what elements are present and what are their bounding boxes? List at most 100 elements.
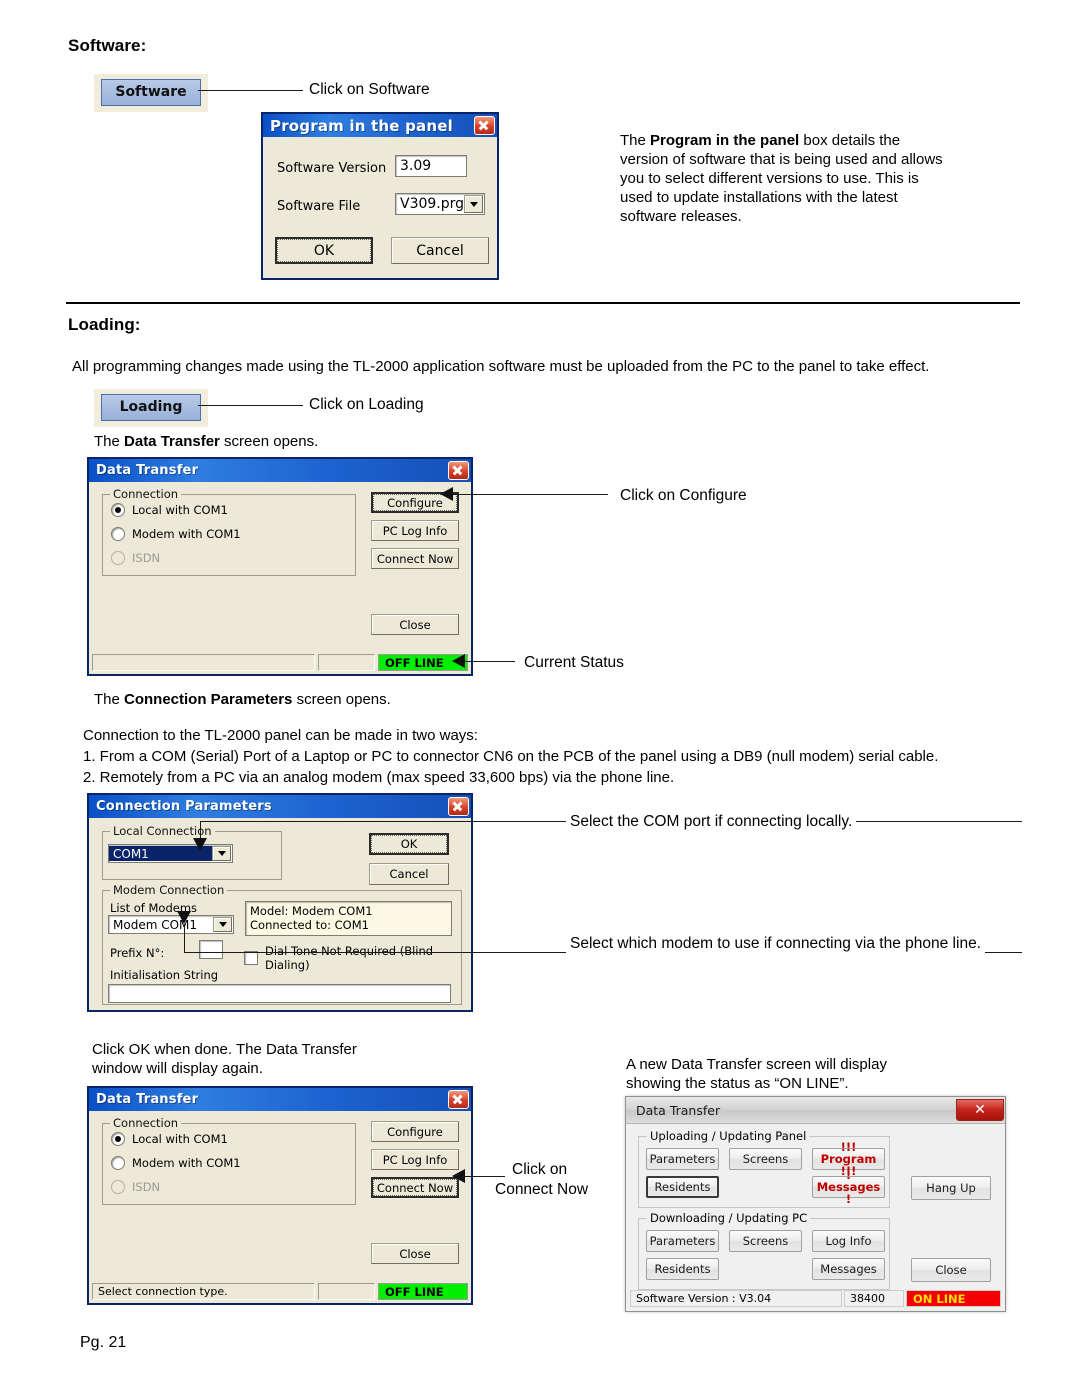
cp-list-of-modems-combo[interactable]: Modem COM1 (108, 915, 234, 934)
program-ok-label: OK (313, 242, 335, 259)
cp-dial-tone-checkbox-row[interactable]: Dial Tone Not Required (Blind Dialing) (244, 944, 471, 972)
dt1-body: Connection Local with COM1 Modem with CO… (89, 482, 471, 674)
dt2-pc-log-info-button[interactable]: PC Log Info (371, 1149, 459, 1170)
cp-cancel-button[interactable]: Cancel (369, 863, 449, 885)
dt-opens-pre: The (94, 433, 125, 450)
cp-modem-info: Model: Modem COM1 Connected to: COM1 (245, 901, 452, 936)
software-section-heading: Software: (68, 36, 147, 55)
software-file-label: Software File (277, 199, 361, 214)
close-icon[interactable] (448, 1090, 469, 1109)
dt1-radio-local[interactable]: Local with COM1 (111, 503, 228, 517)
callout-click-on: Click on (512, 1161, 568, 1178)
dt2-close-button[interactable]: Close (371, 1243, 459, 1264)
dt1-radio-local-label: Local with COM1 (132, 503, 228, 517)
cp-ok-button[interactable]: OK (369, 833, 449, 855)
dto-upload-screens-button[interactable]: Screens (729, 1148, 802, 1170)
cp-local-group-label: Local Connection (110, 824, 215, 838)
program-ok-button[interactable]: OK (275, 237, 373, 264)
dt1-status-message (92, 654, 315, 671)
arrow-icon-com-port (193, 838, 207, 851)
dto-title: Data Transfer (636, 1102, 721, 1118)
chevron-down-icon[interactable] (212, 846, 231, 861)
dt2-radio-isdn: ISDN (111, 1180, 160, 1194)
radio-icon[interactable] (111, 503, 125, 517)
radio-icon[interactable] (111, 1156, 125, 1170)
callout-select-com-port: Select the COM port if connecting locall… (566, 812, 857, 832)
leader-line-current-status (465, 661, 515, 662)
explanation-pre: The (620, 132, 651, 149)
cp-init-string-input[interactable] (108, 984, 451, 1003)
loading-ribbon-button[interactable]: Loading (101, 394, 201, 421)
dto-upload-residents-button[interactable]: Residents (646, 1176, 719, 1198)
two-ways-text: Connection to the TL-2000 panel can be m… (83, 727, 478, 744)
cp-dial-tone-label: Dial Tone Not Required (Blind Dialing) (265, 944, 434, 972)
dto-download-parameters-button[interactable]: Parameters (646, 1230, 719, 1252)
data-transfer-opens-text: The Data Transfer screen opens. (94, 432, 318, 451)
dto-status-baud: 38400 (844, 1290, 904, 1307)
dto-download-residents-button[interactable]: Residents (646, 1258, 719, 1280)
dt2-configure-button[interactable]: Configure (371, 1121, 459, 1142)
dt2-connect-now-label: Connect Now (376, 1180, 454, 1195)
software-ribbon-button[interactable]: Software (101, 79, 201, 106)
dto-close-button[interactable]: Close (911, 1258, 991, 1282)
arrow-icon-select-modem (177, 911, 191, 924)
dt2-status-message: Select connection type. (92, 1283, 315, 1300)
connection-way-1: 1. From a COM (Serial) Port of a Laptop … (83, 748, 939, 765)
close-icon[interactable]: ✕ (956, 1099, 1004, 1121)
radio-icon[interactable] (111, 527, 125, 541)
leader-line-connect-now (465, 1176, 505, 1177)
dt1-title: Data Transfer (96, 463, 199, 478)
chevron-down-icon[interactable] (213, 917, 232, 932)
cp-init-string-label: Initialisation String (110, 968, 219, 982)
close-icon[interactable] (474, 116, 495, 135)
dto-download-screens-button[interactable]: Screens (729, 1230, 802, 1252)
radio-icon (111, 1180, 125, 1194)
dt1-pc-log-info-button[interactable]: PC Log Info (371, 520, 459, 541)
cp-prefix-input[interactable] (199, 940, 223, 959)
cp-modem-group-label: Modem Connection (110, 883, 228, 897)
dto-upload-parameters-button[interactable]: Parameters (646, 1148, 719, 1170)
dto-upload-messages-button[interactable]: ! Messages ! (812, 1169, 885, 1205)
dt2-connect-now-button[interactable]: Connect Now (371, 1177, 459, 1198)
data-transfer-online-dialog: Data Transfer ✕ Uploading / Updating Pan… (625, 1096, 1006, 1312)
dt1-close-button[interactable]: Close (371, 614, 459, 635)
dto-hang-up-button[interactable]: Hang Up (911, 1176, 991, 1200)
cp-opens-bold: Connection Parameters (124, 691, 293, 708)
radio-icon[interactable] (111, 1132, 125, 1146)
dto-download-messages-button[interactable]: Messages (812, 1258, 885, 1280)
software-version-field: 3.09 (395, 155, 467, 177)
checkbox-icon[interactable] (244, 951, 258, 965)
dto-upload-program-button[interactable]: !!! Program !!! (812, 1141, 885, 1177)
cp-local-port-combo[interactable]: COM1 (108, 844, 233, 863)
cp-opens-pre: The (94, 691, 125, 708)
program-cancel-button[interactable]: Cancel (391, 237, 489, 264)
arrow-icon-configure (440, 487, 453, 501)
callout-click-software: Click on Software (309, 81, 430, 98)
close-icon[interactable] (448, 461, 469, 480)
dt2-radio-local[interactable]: Local with COM1 (111, 1132, 228, 1146)
program-dialog-titlebar: Program in the panel (263, 114, 497, 137)
dt2-statusbar: Select connection type. OFF LINE (92, 1283, 468, 1300)
cp-modem-info-line2: Connected to: COM1 (250, 918, 369, 932)
callout-current-status: Current Status (524, 654, 624, 671)
dto-download-log-info-button[interactable]: Log Info (812, 1230, 885, 1252)
leader-line-loading (198, 405, 303, 406)
radio-icon (111, 551, 125, 565)
dt-opens-post: screen opens. (219, 433, 319, 450)
chevron-down-icon[interactable] (464, 195, 483, 213)
software-ribbon-button-wrap[interactable]: Software (94, 74, 208, 112)
loading-ribbon-button-wrap[interactable]: Loading (94, 389, 208, 427)
close-icon[interactable] (448, 797, 469, 816)
leader-vline-com-port (200, 821, 201, 839)
connection-parameters-dialog: Connection Parameters Local Connection C… (87, 793, 473, 1012)
cp-ok-label: OK (400, 837, 418, 851)
dt2-radio-modem[interactable]: Modem with COM1 (111, 1156, 241, 1170)
leader-line-software (198, 90, 303, 91)
dt1-connect-now-button[interactable]: Connect Now (371, 548, 459, 569)
dt1-status-middle (318, 654, 375, 671)
dt1-radio-modem[interactable]: Modem with COM1 (111, 527, 241, 541)
cp-list-of-modems-value: Modem COM1 (113, 917, 198, 932)
program-in-panel-dialog: Program in the panel Software Version 3.… (261, 112, 499, 280)
new-screen-online-text: A new Data Transfer screen will display … (626, 1056, 887, 1092)
software-file-combo[interactable]: V309.prg (395, 193, 485, 215)
